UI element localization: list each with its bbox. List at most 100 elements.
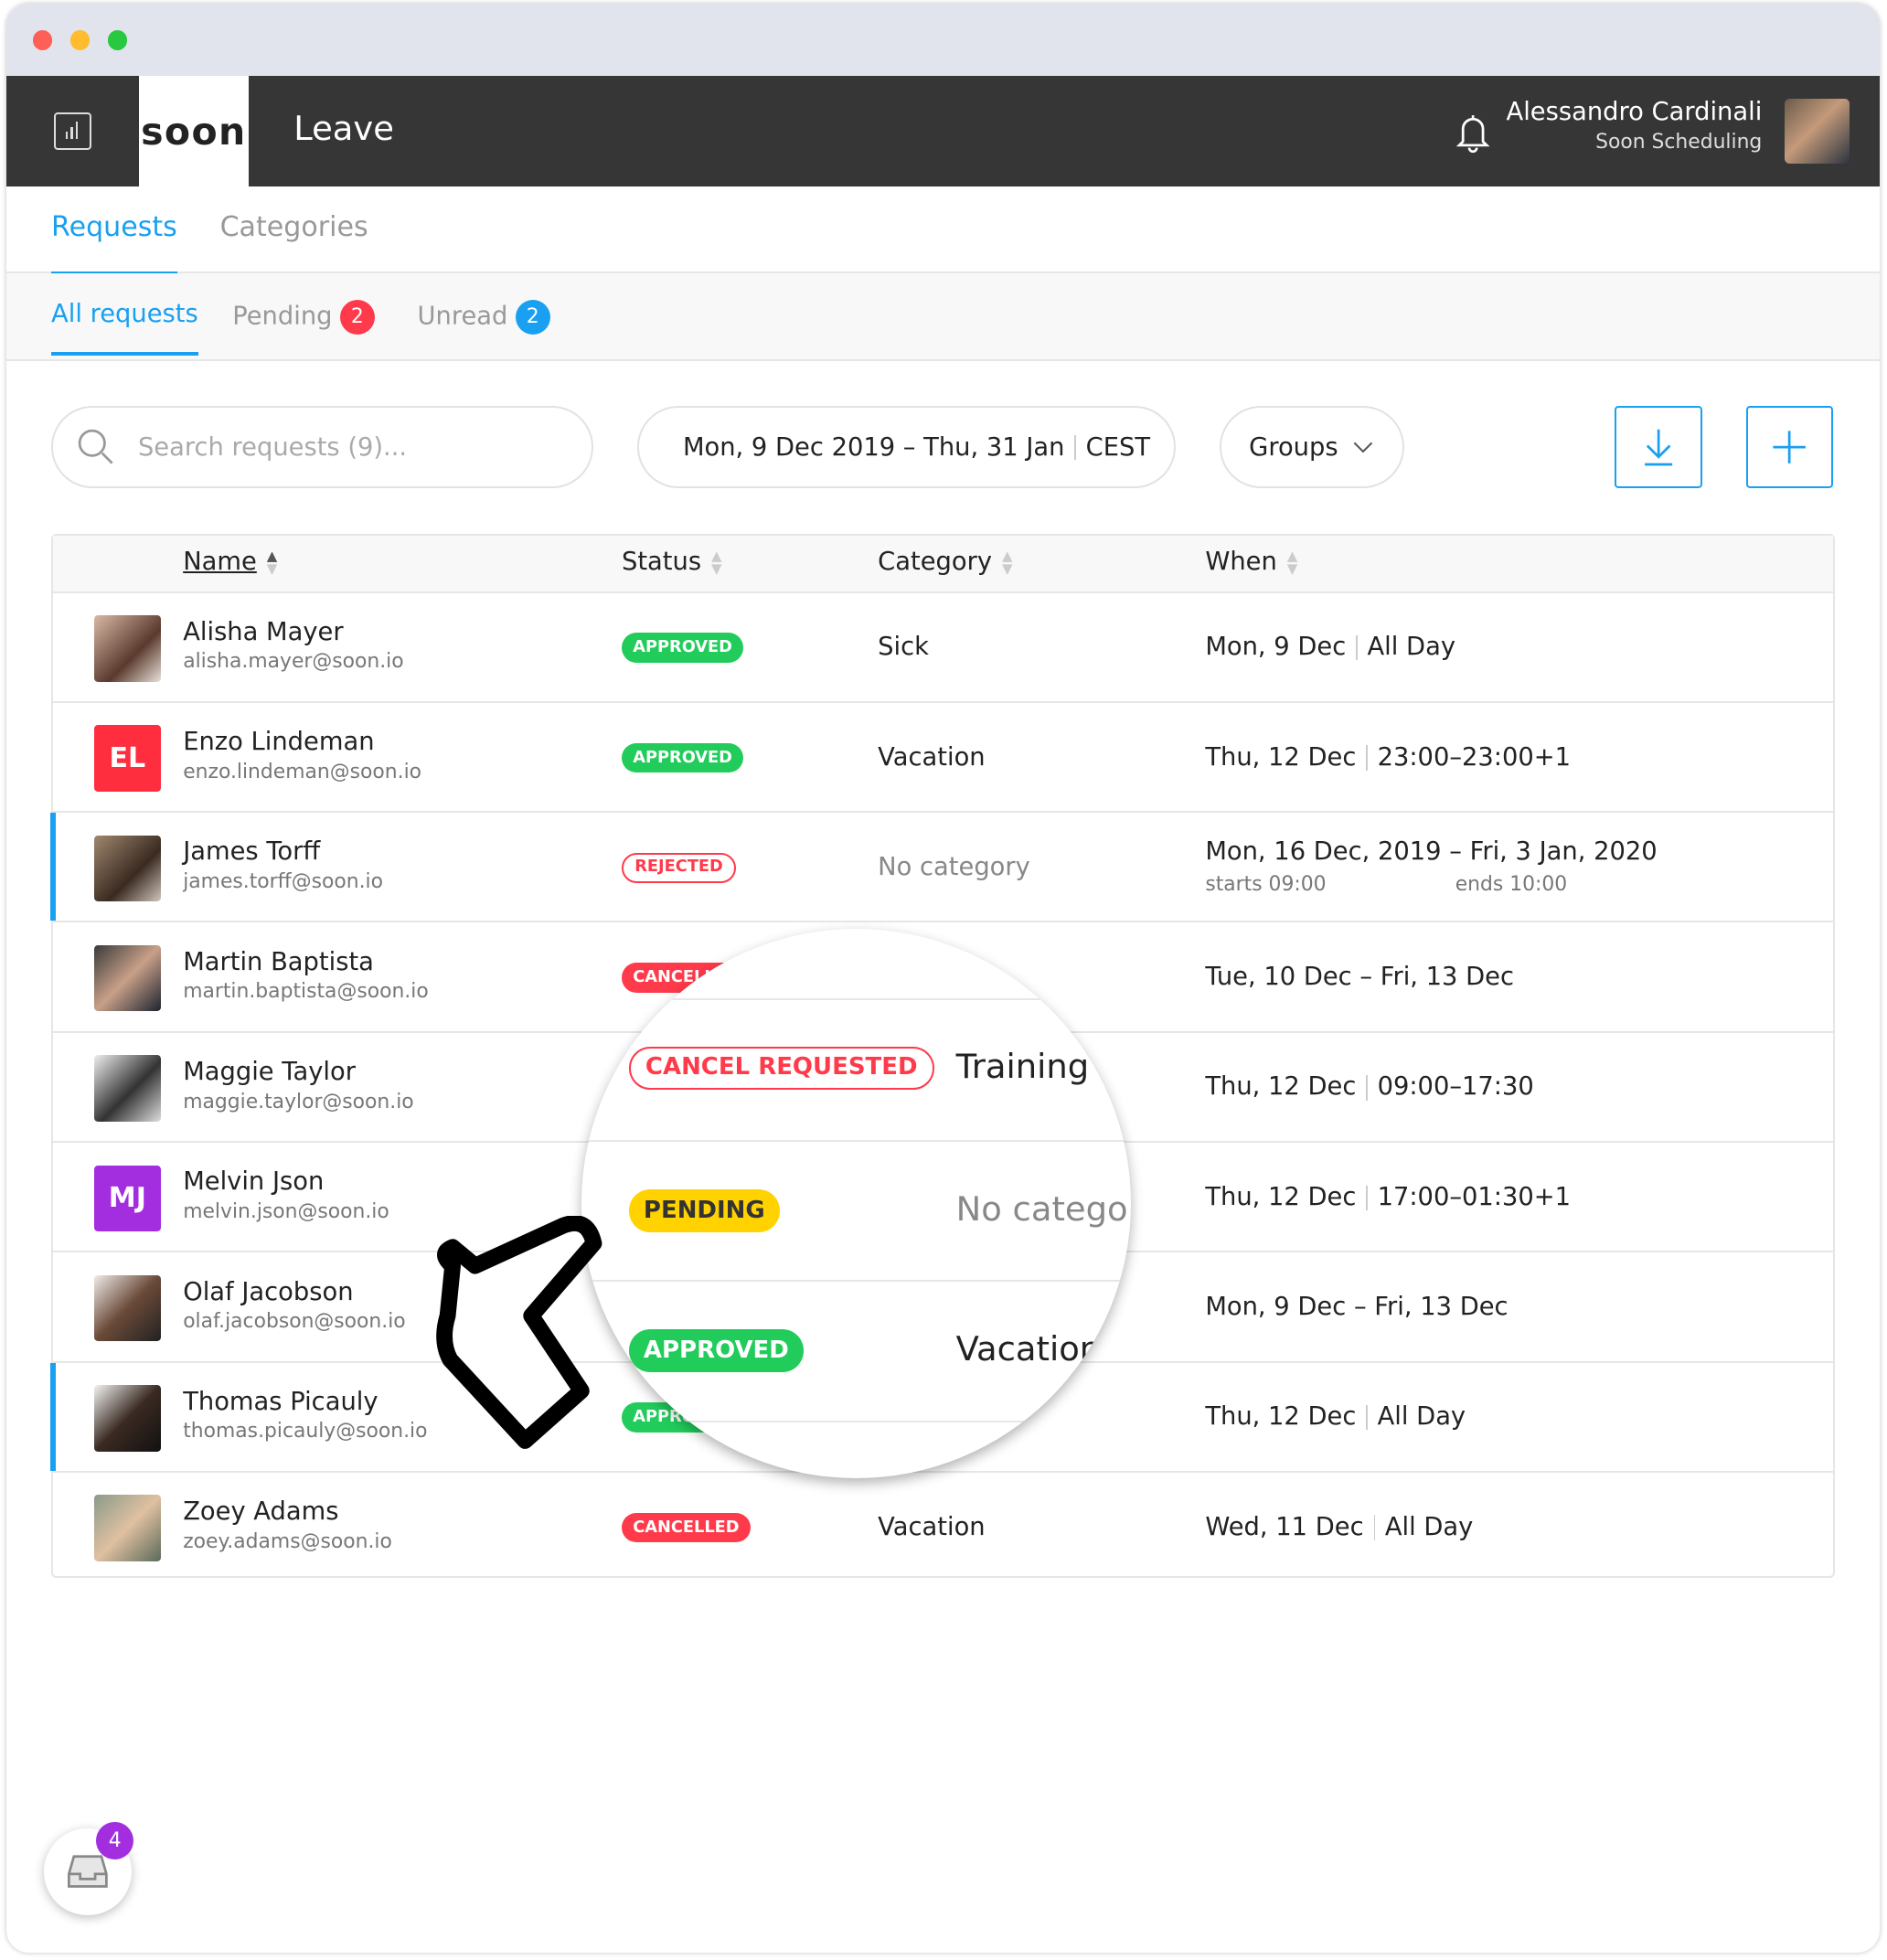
avatar — [94, 835, 161, 902]
tab-unread[interactable]: Unread 2 — [418, 300, 550, 336]
row-category: Training — [955, 1047, 1090, 1087]
app-window: soon Leave Alessandro Cardinali Soon Sch… — [5, 4, 1880, 1954]
status-badge: REJECTED — [621, 852, 737, 883]
download-button[interactable] — [1615, 406, 1702, 489]
column-name[interactable]: Name ▲ ▼ — [183, 548, 277, 576]
avatar — [94, 944, 161, 1012]
minimize-window-button[interactable] — [69, 29, 91, 50]
sort-icon: ▲ ▼ — [1286, 548, 1298, 577]
row-starts: starts 09:00 — [1205, 872, 1327, 896]
row-name: Melvin Json — [183, 1167, 325, 1197]
magnified-row: PENDING No category — [581, 1142, 1132, 1283]
row-when: Thu, 12 Dec 23:00–23:00+1 — [1205, 742, 1572, 772]
inbox-count-badge: 4 — [96, 1821, 134, 1859]
row-category: Vacation — [878, 1512, 986, 1541]
row-name: Thomas Picauly — [183, 1387, 378, 1416]
row-name: Maggie Taylor — [183, 1057, 356, 1086]
date-range-picker[interactable]: Mon, 9 Dec 2019 – Thu, 31 Jan CEST — [637, 406, 1177, 489]
groups-dropdown[interactable]: Groups — [1220, 406, 1405, 489]
table-row[interactable]: Alisha Mayer alisha.mayer@soon.io APPROV… — [53, 593, 1833, 703]
avatar: MJ — [94, 1165, 161, 1231]
row-email: alisha.mayer@soon.io — [183, 650, 404, 674]
timezone: CEST — [1085, 432, 1151, 462]
user-company: Soon Scheduling — [1595, 131, 1763, 154]
row-email: martin.baptista@soon.io — [183, 980, 429, 1004]
row-when: Thu, 12 Dec All Day — [1205, 1402, 1466, 1432]
magnifier-overlay: CANCEL REQUESTED Training PENDING No cat… — [581, 928, 1132, 1479]
row-when: Thu, 12 Dec 17:00–01:30+1 — [1205, 1182, 1572, 1211]
avatar — [94, 1495, 161, 1561]
unread-count-badge: 2 — [515, 300, 550, 336]
tab-categories[interactable]: Categories — [220, 211, 368, 243]
avatar — [94, 615, 161, 682]
magnified-row: APPROVED Vacation — [581, 1282, 1132, 1422]
user-info[interactable]: Alessandro Cardinali Soon Scheduling — [1507, 98, 1763, 154]
avatar: EL — [94, 725, 161, 792]
avatar — [94, 1055, 161, 1122]
search-input[interactable]: Search requests (9)... — [51, 406, 594, 489]
plus-icon — [1773, 431, 1807, 464]
row-email: enzo.lindeman@soon.io — [183, 760, 422, 783]
row-when: Tue, 10 Dec – Fri, 13 Dec — [1205, 963, 1515, 992]
row-email: james.torff@soon.io — [183, 869, 383, 893]
table-row[interactable]: James Torff james.torff@soon.io REJECTED… — [50, 813, 1833, 923]
row-name: Olaf Jacobson — [183, 1277, 354, 1306]
row-when: Mon, 9 Dec – Fri, 13 Dec — [1205, 1292, 1509, 1321]
table-row[interactable]: Zoey Adams zoey.adams@soon.io CANCELLED … — [53, 1473, 1833, 1582]
tab-pending[interactable]: Pending 2 — [232, 300, 375, 336]
column-label: Category — [878, 548, 993, 577]
table-row[interactable]: EL Enzo Lindeman enzo.lindeman@soon.io A… — [53, 703, 1833, 814]
column-category[interactable]: Category ▲ ▼ — [878, 548, 1012, 576]
column-status[interactable]: Status ▲ ▼ — [622, 548, 722, 576]
main-tabs: Requests Categories — [5, 186, 1880, 275]
column-label: Status — [621, 548, 702, 577]
tab-requests[interactable]: Requests — [51, 211, 177, 275]
row-email: zoey.adams@soon.io — [183, 1529, 392, 1553]
row-name: Enzo Lindeman — [183, 728, 375, 757]
status-badge: APPROVED — [621, 742, 744, 773]
sort-icon: ▲ ▼ — [1001, 548, 1013, 577]
row-ends: ends 10:00 — [1455, 872, 1568, 896]
row-category: Vacation — [878, 742, 986, 772]
row-name: Zoey Adams — [183, 1497, 339, 1527]
row-email: maggie.taylor@soon.io — [183, 1090, 414, 1113]
chevron-down-icon — [1353, 442, 1373, 453]
inbox-icon — [67, 1855, 108, 1889]
status-badge: PENDING — [628, 1189, 781, 1232]
logo[interactable]: soon — [138, 76, 249, 186]
add-request-button[interactable] — [1745, 406, 1834, 489]
row-name: James Torff — [183, 837, 321, 867]
tab-all-requests[interactable]: All requests — [51, 300, 198, 356]
column-when[interactable]: When ▲ ▼ — [1205, 548, 1297, 576]
table-header: Name ▲ ▼ Status ▲ ▼ Category ▲ ▼ When ▲ ▼ — [53, 535, 1833, 593]
search-icon — [78, 430, 113, 465]
menu-icon[interactable] — [53, 112, 91, 150]
date-range: Mon, 9 Dec 2019 – Thu, 31 Jan — [682, 432, 1065, 462]
row-category: No category — [955, 1189, 1131, 1230]
pending-count-badge: 2 — [339, 300, 375, 336]
title-bar — [5, 4, 1880, 77]
maximize-window-button[interactable] — [107, 29, 128, 50]
download-icon — [1644, 430, 1672, 466]
row-when: Thu, 12 Dec 09:00–17:30 — [1205, 1072, 1534, 1102]
magnified-row — [581, 929, 1132, 1000]
user-name: Alessandro Cardinali — [1506, 97, 1763, 126]
row-name: Alisha Mayer — [183, 617, 344, 646]
tab-label: Pending — [232, 302, 333, 331]
bell-icon[interactable] — [1455, 112, 1490, 154]
row-email: melvin.json@soon.io — [183, 1199, 389, 1223]
groups-label: Groups — [1249, 432, 1338, 462]
avatar[interactable] — [1784, 98, 1850, 165]
status-badge: CANCELLED — [621, 1512, 751, 1543]
magnified-row: CANCEL REQUESTED Training — [581, 1002, 1132, 1143]
row-when: Wed, 11 Dec All Day — [1205, 1512, 1474, 1541]
column-label: Name — [183, 548, 257, 577]
sort-icon: ▲ ▼ — [710, 548, 722, 577]
close-window-button[interactable] — [32, 29, 53, 50]
page-title: Leave — [293, 108, 394, 148]
row-email: thomas.picauly@soon.io — [183, 1420, 428, 1443]
row-category: No category — [878, 852, 1030, 881]
row-category: Vacation — [955, 1329, 1102, 1369]
column-label: When — [1205, 548, 1277, 577]
sort-icon: ▲ ▼ — [266, 548, 278, 577]
